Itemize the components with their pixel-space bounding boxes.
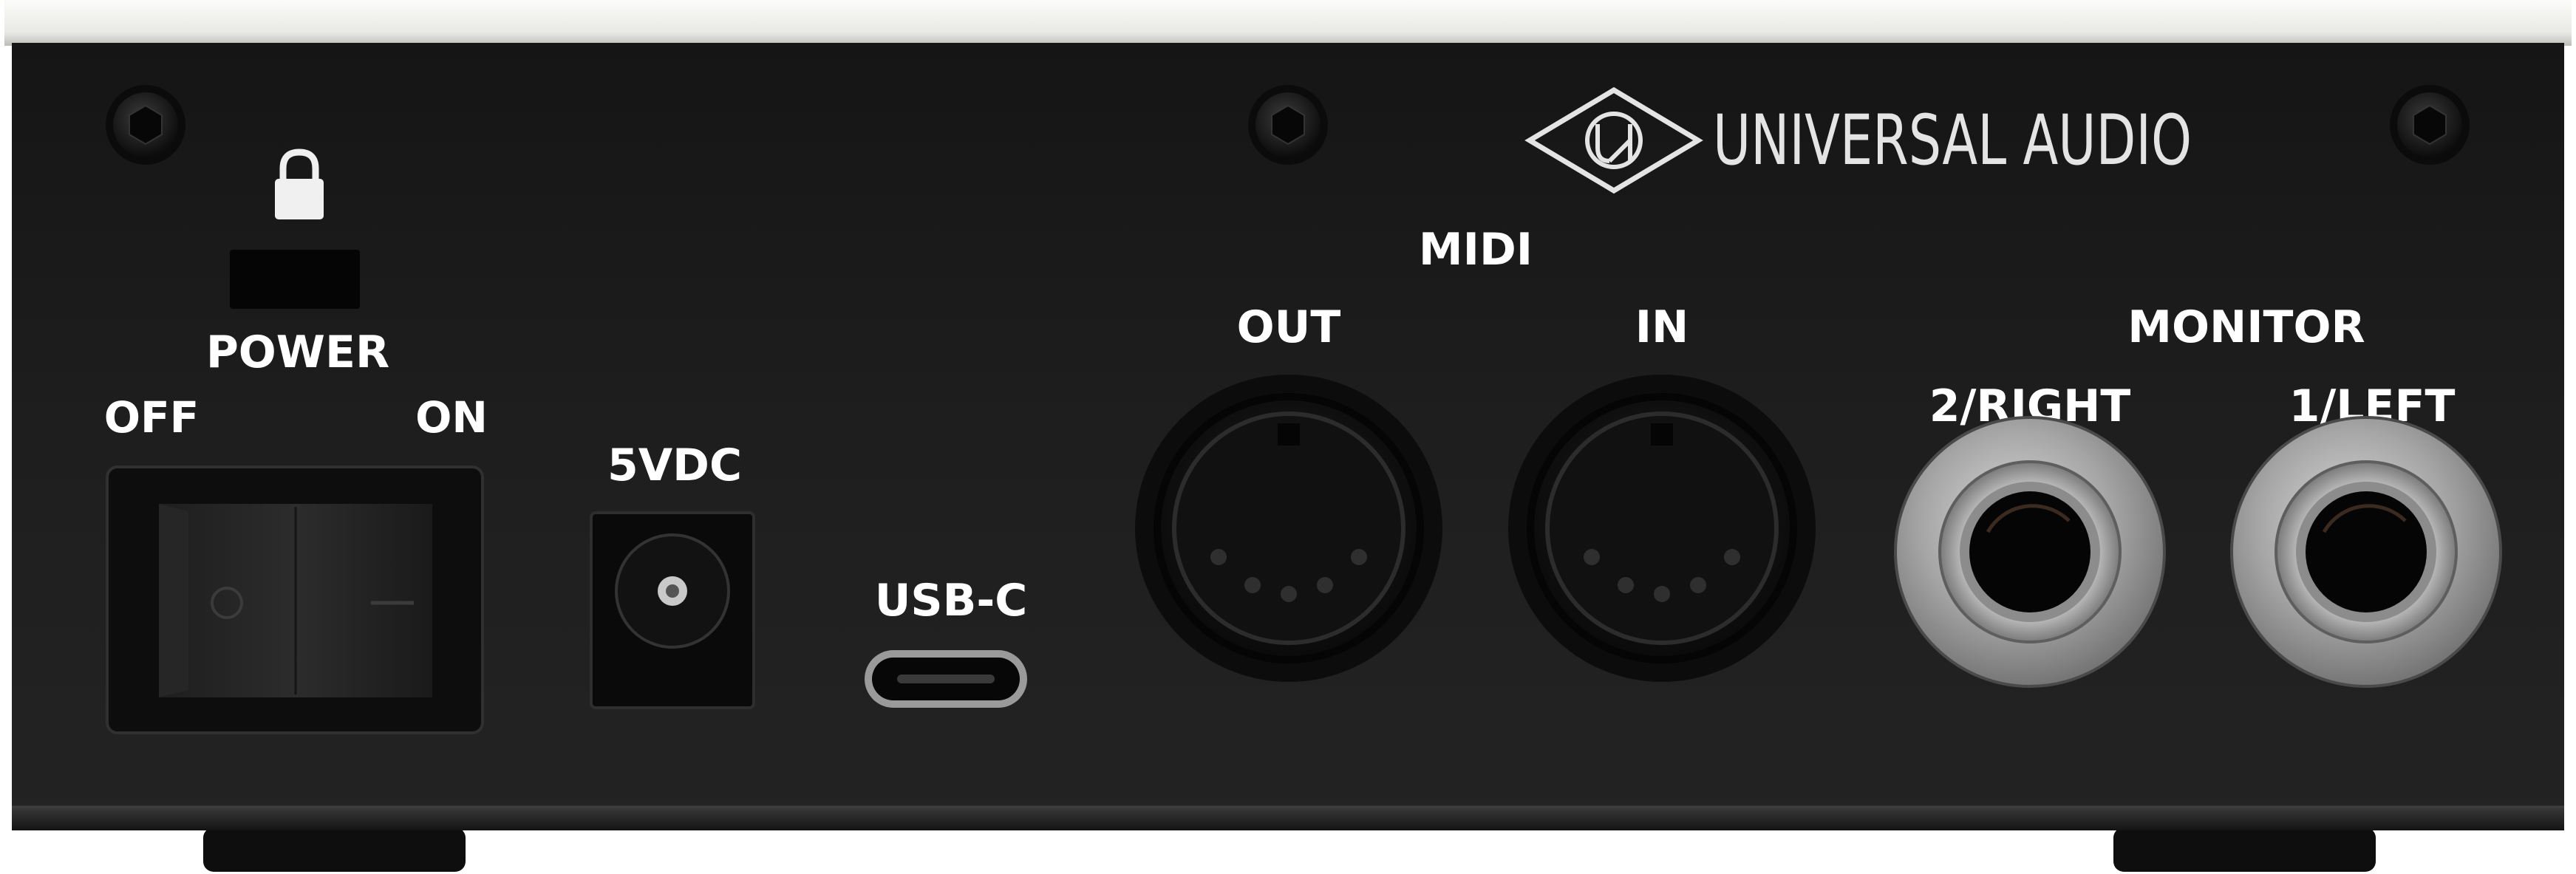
monitor-right-jack[interactable] [1894, 416, 2166, 688]
rubber-foot-left [203, 827, 466, 872]
power-off-label: OFF [104, 392, 200, 443]
screw-icon [106, 85, 185, 165]
dc-input-label: 5VDC [607, 440, 742, 491]
rocker-switch-icon [159, 504, 432, 697]
usb-label: USB-C [875, 575, 1028, 627]
chassis-top-trim [4, 0, 2572, 46]
usb-c-port[interactable] [865, 650, 1027, 708]
midi-in-label: IN [1635, 301, 1689, 353]
screw-icon [1248, 85, 1328, 165]
rubber-foot-right [2113, 827, 2376, 872]
midi-in-port[interactable] [1508, 375, 1816, 682]
brand-name: UNIVERSAL AUDIO [1713, 100, 2192, 181]
dc-power-jack[interactable] [590, 511, 755, 709]
power-on-label: ON [415, 392, 488, 443]
monitor-left-jack[interactable] [2230, 416, 2502, 688]
audio-interface-rear-panel: UNIVERSAL AUDIO POWER OFF ON 5VDC USB-C … [4, 0, 2572, 872]
monitor-title: MONITOR [2127, 301, 2365, 353]
midi-out-label: OUT [1237, 301, 1341, 353]
chassis-bottom-lip [12, 807, 2564, 830]
screw-icon [2390, 85, 2470, 165]
power-switch[interactable] [106, 465, 484, 734]
power-title: POWER [206, 327, 389, 378]
quarter-inch-jack-icon [1894, 416, 2166, 688]
power-lock-slot [230, 250, 360, 309]
midi-title: MIDI [1419, 224, 1533, 276]
quarter-inch-jack-icon [2230, 416, 2502, 688]
midi-out-port[interactable] [1135, 375, 1442, 682]
